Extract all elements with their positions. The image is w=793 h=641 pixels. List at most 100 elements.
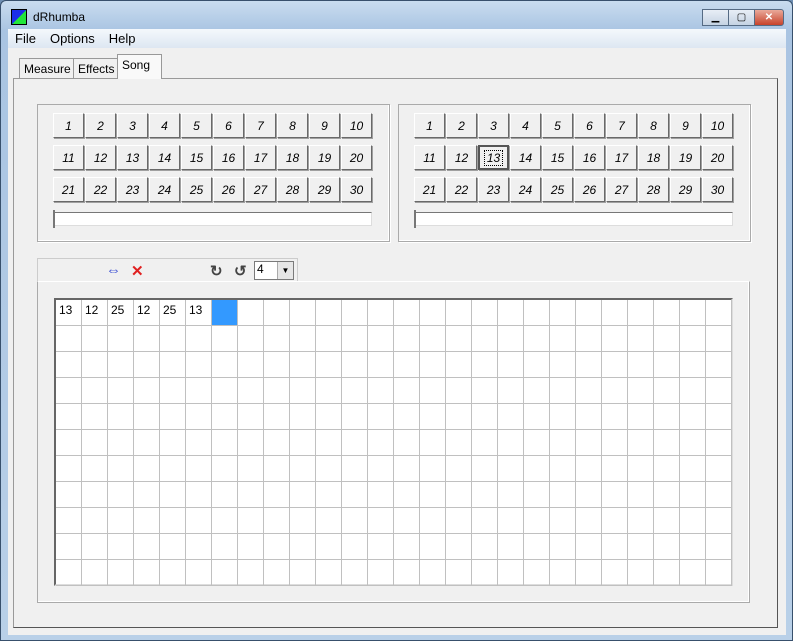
song-cell[interactable] [342,300,368,326]
pattern-button-20[interactable]: 20 [702,145,733,170]
song-cell[interactable] [186,378,212,404]
song-cell[interactable] [108,482,134,508]
song-cell[interactable] [706,378,732,404]
song-cell[interactable] [212,482,238,508]
song-cell[interactable] [56,378,82,404]
song-cell[interactable] [420,456,446,482]
song-cell[interactable] [290,326,316,352]
slider-thumb[interactable] [53,210,59,228]
pattern-button-22[interactable]: 22 [446,177,477,202]
song-cell[interactable] [706,352,732,378]
song-cell[interactable] [602,352,628,378]
pattern-button-15[interactable]: 15 [181,145,212,170]
pattern-button-7[interactable]: 7 [245,113,276,138]
song-cell[interactable] [550,482,576,508]
song-cell[interactable] [446,326,472,352]
song-cell[interactable] [134,456,160,482]
menu-file[interactable]: File [8,31,43,46]
song-cell[interactable] [264,534,290,560]
song-cell[interactable] [420,326,446,352]
song-cell[interactable] [420,482,446,508]
left-pattern-slider[interactable] [53,210,372,228]
song-cell[interactable] [238,404,264,430]
song-cell[interactable] [394,352,420,378]
song-cell[interactable] [680,430,706,456]
song-cell[interactable] [238,378,264,404]
song-cell[interactable] [472,404,498,430]
song-cell[interactable] [628,326,654,352]
song-cell[interactable] [550,326,576,352]
delete-icon[interactable]: ✕ [131,262,144,280]
song-cell[interactable] [212,404,238,430]
song-cell[interactable] [446,404,472,430]
pattern-button-8[interactable]: 8 [277,113,308,138]
pattern-button-2[interactable]: 2 [85,113,116,138]
song-cell[interactable] [186,456,212,482]
song-cell[interactable] [394,508,420,534]
song-cell[interactable]: 13 [186,300,212,326]
pattern-button-13[interactable]: 13 [478,145,509,170]
song-cell[interactable] [290,534,316,560]
song-cell[interactable] [472,456,498,482]
song-cell[interactable] [628,378,654,404]
song-cell[interactable] [56,534,82,560]
song-cell[interactable] [368,378,394,404]
song-cell[interactable] [550,378,576,404]
song-cell[interactable] [212,378,238,404]
pattern-button-28[interactable]: 28 [277,177,308,202]
song-cell[interactable] [56,560,82,586]
song-cell[interactable] [602,508,628,534]
song-cell[interactable] [134,430,160,456]
pattern-button-4[interactable]: 4 [510,113,541,138]
song-cell[interactable] [498,326,524,352]
song-cell[interactable] [680,560,706,586]
pattern-button-27[interactable]: 27 [606,177,637,202]
song-cell[interactable] [680,352,706,378]
song-cell[interactable] [160,560,186,586]
song-cell[interactable] [342,456,368,482]
song-cell[interactable] [550,352,576,378]
song-cell[interactable] [628,404,654,430]
song-cell[interactable] [446,534,472,560]
song-cell[interactable] [160,404,186,430]
song-cell[interactable] [706,300,732,326]
song-cell[interactable] [446,430,472,456]
song-cell[interactable] [420,534,446,560]
song-cell[interactable] [680,482,706,508]
song-cell[interactable] [576,508,602,534]
pattern-button-25[interactable]: 25 [542,177,573,202]
song-cell[interactable] [264,508,290,534]
song-cell[interactable] [394,560,420,586]
pattern-button-5[interactable]: 5 [542,113,573,138]
song-cell[interactable]: 25 [108,300,134,326]
song-cell[interactable] [160,534,186,560]
song-cell[interactable] [550,456,576,482]
song-cell[interactable] [368,300,394,326]
song-cell[interactable] [238,482,264,508]
song-cell[interactable] [160,482,186,508]
song-cell[interactable] [602,378,628,404]
close-button[interactable]: ✕ [754,9,784,26]
song-cell[interactable] [342,378,368,404]
pattern-button-30[interactable]: 30 [341,177,372,202]
song-cell[interactable] [108,326,134,352]
song-cell[interactable] [342,430,368,456]
song-cell[interactable] [212,326,238,352]
song-cell[interactable] [290,508,316,534]
song-cell[interactable] [498,300,524,326]
song-cell[interactable] [238,534,264,560]
song-cell[interactable] [290,300,316,326]
song-cell[interactable] [550,560,576,586]
pattern-button-18[interactable]: 18 [277,145,308,170]
song-cell[interactable] [212,508,238,534]
song-cell[interactable] [420,430,446,456]
song-cell[interactable] [628,352,654,378]
song-cell[interactable] [628,508,654,534]
song-cell[interactable] [498,404,524,430]
pattern-button-3[interactable]: 3 [117,113,148,138]
song-cell[interactable] [108,404,134,430]
song-cell[interactable] [368,482,394,508]
song-cell[interactable] [576,352,602,378]
song-cell[interactable] [108,534,134,560]
song-cell[interactable] [342,560,368,586]
